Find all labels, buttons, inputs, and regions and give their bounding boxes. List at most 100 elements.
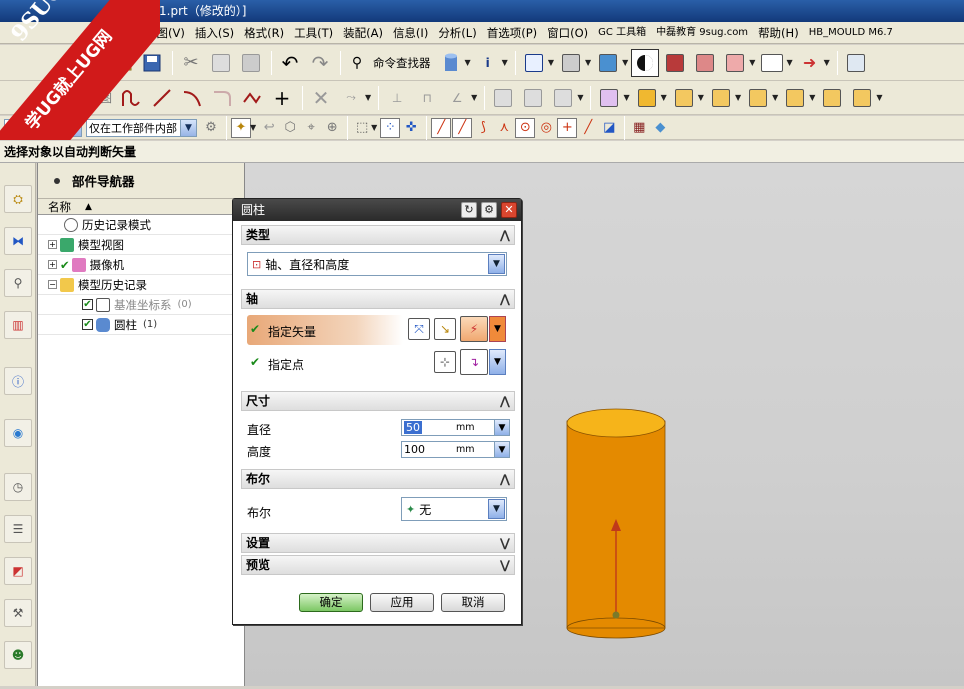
pin-icon[interactable] [50,174,64,188]
section-type-header[interactable]: 类型 ⋀ [241,225,515,245]
move-face-icon[interactable] [595,84,623,112]
snap-control-point-icon[interactable]: ⟆ [473,118,493,138]
paste-icon[interactable] [237,49,265,77]
tree-item-model-history[interactable]: − 模型历史记录 [38,275,244,295]
menu-gc-toolkit[interactable]: GC 工具箱 [593,22,651,44]
menu-zhonglei[interactable]: 中磊教育 9sug.com [651,22,753,44]
show-snap-icon[interactable]: ◆ [650,118,670,138]
reverse-direction-icon[interactable]: ⤧ [408,318,430,340]
chevron-down-icon[interactable]: ▼ [735,93,741,102]
constraint-icon[interactable]: ⊥ [383,84,411,112]
close-icon[interactable]: ✕ [501,202,517,218]
snap-arc-center-icon[interactable]: ⊙ [515,117,536,138]
selection-scope-combo[interactable]: 仅在工作部件内部 ▼ [86,118,197,137]
save-icon[interactable] [138,49,166,77]
chevron-down-icon[interactable]: ▼ [749,58,755,67]
menu-insert[interactable]: 插入(S) [190,22,239,44]
fit-view-icon[interactable] [520,49,548,77]
point-dialog-icon[interactable]: ⊹ [434,351,456,373]
chevron-down-icon[interactable]: ▼ [502,58,508,67]
chevron-down-icon[interactable]: ▼ [548,58,554,67]
visibility-checkbox[interactable]: ✔ [82,319,93,330]
resize-face-icon[interactable] [781,84,809,112]
feature-select-icon[interactable]: ⌖ [301,118,321,138]
snap-existing-point-icon[interactable]: + [557,117,578,138]
inferred-point-icon[interactable]: ↴ [460,349,488,375]
chevron-down-icon[interactable]: ▼ [824,58,830,67]
system-materials-tab-icon[interactable]: ☰ [4,515,32,543]
dialog-title-bar[interactable]: 圆柱 ↻ ⚙ ✕ [233,199,521,221]
chevron-down-icon[interactable]: ▼ [876,93,882,102]
settings-gear-icon[interactable]: ⚙ [481,202,497,218]
snap-on-face-icon[interactable]: ◪ [599,118,619,138]
background-color-icon[interactable] [758,49,786,77]
open-icon[interactable] [108,49,136,77]
reset-icon[interactable]: ↻ [461,202,477,218]
snap-endpoint-icon[interactable]: ╱ [431,117,452,138]
delete-face-icon[interactable] [670,84,698,112]
chevron-down-icon[interactable]: ▼ [250,123,256,132]
assembly-filter-icon[interactable]: ⚙ [201,118,221,138]
copy-icon[interactable] [207,49,235,77]
chevron-down-icon[interactable]: ▼ [489,316,506,342]
dimension-icon[interactable]: ⊓ [413,84,441,112]
view-cube-icon[interactable] [594,49,622,77]
section-boolean-header[interactable]: 布尔 ⋀ [241,469,515,489]
quick-extend-icon[interactable]: ⤳ [337,84,365,112]
menu-information[interactable]: 信息(I) [388,22,433,44]
pull-face-icon[interactable] [818,84,846,112]
visibility-checkbox[interactable]: ✔ [82,299,93,310]
tree-item-cameras[interactable]: + ✔ 摄像机 [38,255,244,275]
cylinder-tool-icon[interactable] [437,49,465,77]
menu-assemblies[interactable]: 装配(A) [338,22,388,44]
offset-icon[interactable] [519,84,547,112]
rectangle-select-icon[interactable]: ⬚ [352,118,372,138]
expand-icon[interactable]: + [48,260,57,269]
snap-midpoint-icon[interactable]: ╱ [452,117,473,138]
view-orient-icon[interactable] [557,49,585,77]
component-select-icon[interactable]: ⬡ [280,118,300,138]
chevron-down-icon[interactable]: ▼ [471,93,477,102]
expand-chevron-icon[interactable]: ⋁ [500,556,510,574]
menu-tools[interactable]: 工具(T) [289,22,338,44]
collapse-chevron-icon[interactable]: ⋀ [500,392,510,410]
collapse-chevron-icon[interactable]: ⋀ [500,290,510,308]
project-icon[interactable] [549,84,577,112]
cancel-button[interactable]: 取消 [441,593,505,612]
shaded-render-icon[interactable] [631,48,660,77]
orient-arrow-icon[interactable]: ➜ [796,49,824,77]
vector-dialog-icon[interactable]: ↘ [434,318,456,340]
apply-button[interactable]: 应用 [370,593,434,612]
menu-preferences[interactable]: 首选项(P) [482,22,542,44]
assembly-navigator-tab-icon[interactable]: ⧓ [4,227,32,255]
fillet-icon[interactable] [208,84,236,112]
finish-sketch-button[interactable]: 完成草图 [66,90,112,106]
profile-icon[interactable] [118,84,146,112]
collapse-icon[interactable]: − [48,280,57,289]
undo-select-icon[interactable]: ↩ [259,118,279,138]
chevron-down-icon[interactable]: ▼ [809,93,815,102]
chevron-down-icon[interactable]: ▼ [622,58,628,67]
replace-face-icon[interactable] [707,84,735,112]
chevron-down-icon[interactable]: ▼ [494,420,509,435]
chevron-down-icon[interactable]: ▼ [577,93,583,102]
chevron-down-icon[interactable]: ▼ [494,442,509,457]
diameter-field[interactable]: 50 mm ▼ [401,419,510,436]
point-icon[interactable]: + [268,84,296,112]
line-icon[interactable] [148,84,176,112]
block-icon[interactable] [633,84,661,112]
menu-hb-mould[interactable]: HB_MOULD M6.7 [804,22,898,44]
reuse-library-tab-icon[interactable]: ▥ [4,311,32,339]
command-finder-label[interactable]: 命令查找器 [373,55,431,71]
section-settings-header[interactable]: 设置 ⋁ [241,533,515,553]
cut-icon[interactable]: ✂ [177,49,205,77]
undo-icon[interactable]: ↶ [276,49,304,77]
mirror-icon[interactable] [489,84,517,112]
snap-point-toggle-icon[interactable]: ⁘ [380,117,401,138]
expand-icon[interactable]: + [48,240,57,249]
type-filter-combo[interactable]: 选择过滤器 ▼ [4,118,82,137]
menu-format[interactable]: 格式(R) [239,22,289,44]
menu-help[interactable]: 帮助(H) [753,22,804,44]
inferred-vector-icon[interactable]: ⚡ [460,316,488,342]
redo-icon[interactable]: ↷ [306,49,334,77]
